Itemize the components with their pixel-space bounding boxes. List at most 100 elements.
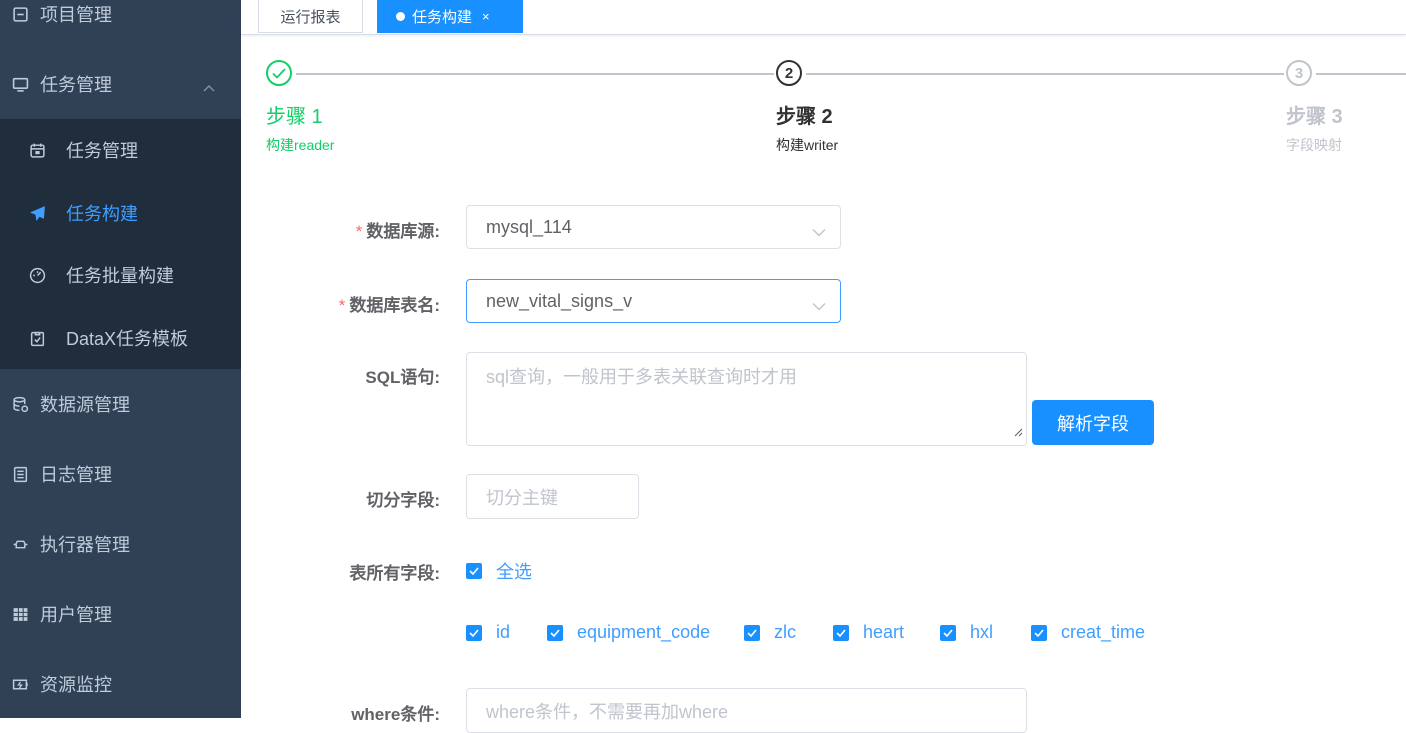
chevron-down-icon [812,221,826,242]
field-checkbox-zlc[interactable]: zlc [744,622,796,643]
sidebar-item-users[interactable]: 用户管理 [0,579,241,649]
document-icon [0,466,40,483]
table-select[interactable]: new_vital_signs_v [466,279,841,323]
executor-icon [0,536,40,553]
sql-placeholder: sql查询，一般用于多表关联查询时才用 [486,367,798,387]
required-mark: * [355,222,363,241]
step-2-title: 步骤 2 [776,106,833,128]
sidebar: 项目管理 任务管理 任务管理 任务构建 任务批量构建 DataX任务模板 数据源… [0,0,241,718]
field-checkbox-equipment-code[interactable]: equipment_code [547,622,710,643]
checkbox-checked-icon [940,624,956,641]
table-label: * 数据库表名: [339,291,440,316]
checkbox-checked-icon [833,624,849,641]
datasource-select[interactable]: mysql_114 [466,205,841,249]
sidebar-item-label: 执行器管理 [40,535,130,555]
sidebar-item-label: 日志管理 [40,465,112,485]
checkbox-checked-icon [744,624,760,641]
table-value: new_vital_signs_v [486,290,633,311]
sidebar-item-monitor[interactable]: 资源监控 [0,649,241,718]
parse-fields-button[interactable]: 解析字段 [1032,400,1154,445]
database-icon [0,396,40,413]
tag-label: 任务构建 [412,9,473,26]
checkbox-checked-icon [466,563,482,579]
sidebar-item-label: 资源监控 [40,675,112,695]
battery-icon [0,676,40,693]
tags-view: 运行报表 任务构建 × [241,0,1406,35]
tag-label: 运行报表 [280,8,341,26]
required-mark: * [338,296,346,315]
sidebar-item-label: 用户管理 [40,605,112,625]
clipboard-icon [18,330,56,347]
field-checkbox-id[interactable]: id [466,622,510,643]
select-all-checkbox[interactable]: 全选 [466,558,532,584]
field-checkbox-hxl[interactable]: hxl [940,622,993,643]
split-input[interactable]: 切分主键 [466,474,639,519]
field-checkbox-heart[interactable]: heart [833,622,904,643]
submenu-item-datax-template[interactable]: DataX任务模板 [0,307,241,369]
sidebar-item-label: 数据源管理 [40,395,130,415]
project-icon [0,6,40,23]
step-1-desc: 构建reader [266,137,335,153]
step-3-circle: 3 [1286,60,1312,86]
step-1-circle [266,60,292,86]
monitor-icon [0,76,40,93]
submenu-item-label: 任务批量构建 [66,266,174,286]
step-line [806,73,1284,75]
active-dot-icon [396,12,405,21]
fields-label: 表所有字段: [349,564,440,583]
checkbox-checked-icon [466,624,482,641]
sidebar-item-project[interactable]: 项目管理 [0,0,241,49]
submenu-item-task-build[interactable]: 任务构建 [0,182,241,244]
paper-plane-icon [18,205,56,222]
submenu-item-label: 任务管理 [66,141,138,161]
where-placeholder: where条件，不需要再加where [486,701,729,722]
datasource-label-text: 数据库源: [366,222,440,241]
resize-handle-icon[interactable] [1014,421,1023,442]
submenu-item-label: 任务构建 [66,204,138,224]
tag-run-report[interactable]: 运行报表 [258,0,363,33]
tag-task-build[interactable]: 任务构建 × [377,0,523,33]
step-line [296,73,774,75]
step-3-title: 步骤 3 [1286,106,1343,128]
step-3-desc: 字段映射 [1286,137,1342,153]
table-label-text: 数据库表名: [349,296,440,315]
sidebar-item-executor[interactable]: 执行器管理 [0,509,241,579]
sidebar-item-logs[interactable]: 日志管理 [0,439,241,509]
field-label: creat_time [1061,622,1146,642]
sidebar-item-label: 任务管理 [40,75,112,95]
sql-textarea[interactable]: sql查询，一般用于多表关联查询时才用 [466,352,1027,446]
where-label: where条件: [351,705,440,724]
submenu-item-label: DataX任务模板 [66,329,189,349]
field-label: heart [863,622,905,642]
close-icon[interactable]: × [482,9,490,24]
field-checkbox-creat-time[interactable]: creat_time [1031,622,1145,643]
sidebar-item-datasource[interactable]: 数据源管理 [0,369,241,439]
step-1-title: 步骤 1 [266,106,323,128]
field-label: hxl [970,622,994,642]
sidebar-item-task-management[interactable]: 任务管理 [0,49,241,119]
submenu-item-batch-build[interactable]: 任务批量构建 [0,244,241,306]
chevron-up-icon [203,76,215,97]
step-line [1316,73,1406,75]
split-label: 切分字段: [366,491,440,510]
user-table-icon [0,606,40,623]
field-label: equipment_code [577,622,711,642]
check-icon [272,67,286,79]
checkbox-checked-icon [547,624,563,641]
checkbox-checked-icon [1031,624,1047,641]
step-2-desc: 构建writer [776,137,839,153]
datasource-value: mysql_114 [486,216,572,237]
field-label: id [496,622,511,642]
dashboard-icon [18,267,56,284]
step-2-circle: 2 [776,60,802,86]
chevron-down-icon [812,295,826,316]
calendar-icon [18,142,56,159]
datasource-label: * 数据库源: [356,217,440,242]
field-label: zlc [774,622,796,642]
where-input[interactable]: where条件，不需要再加where [466,688,1027,733]
sidebar-item-label: 项目管理 [40,5,112,25]
submenu-item-task-management[interactable]: 任务管理 [0,119,241,181]
split-placeholder: 切分主键 [486,487,558,508]
select-all-label: 全选 [496,562,532,582]
sql-label: SQL语句: [365,368,440,387]
